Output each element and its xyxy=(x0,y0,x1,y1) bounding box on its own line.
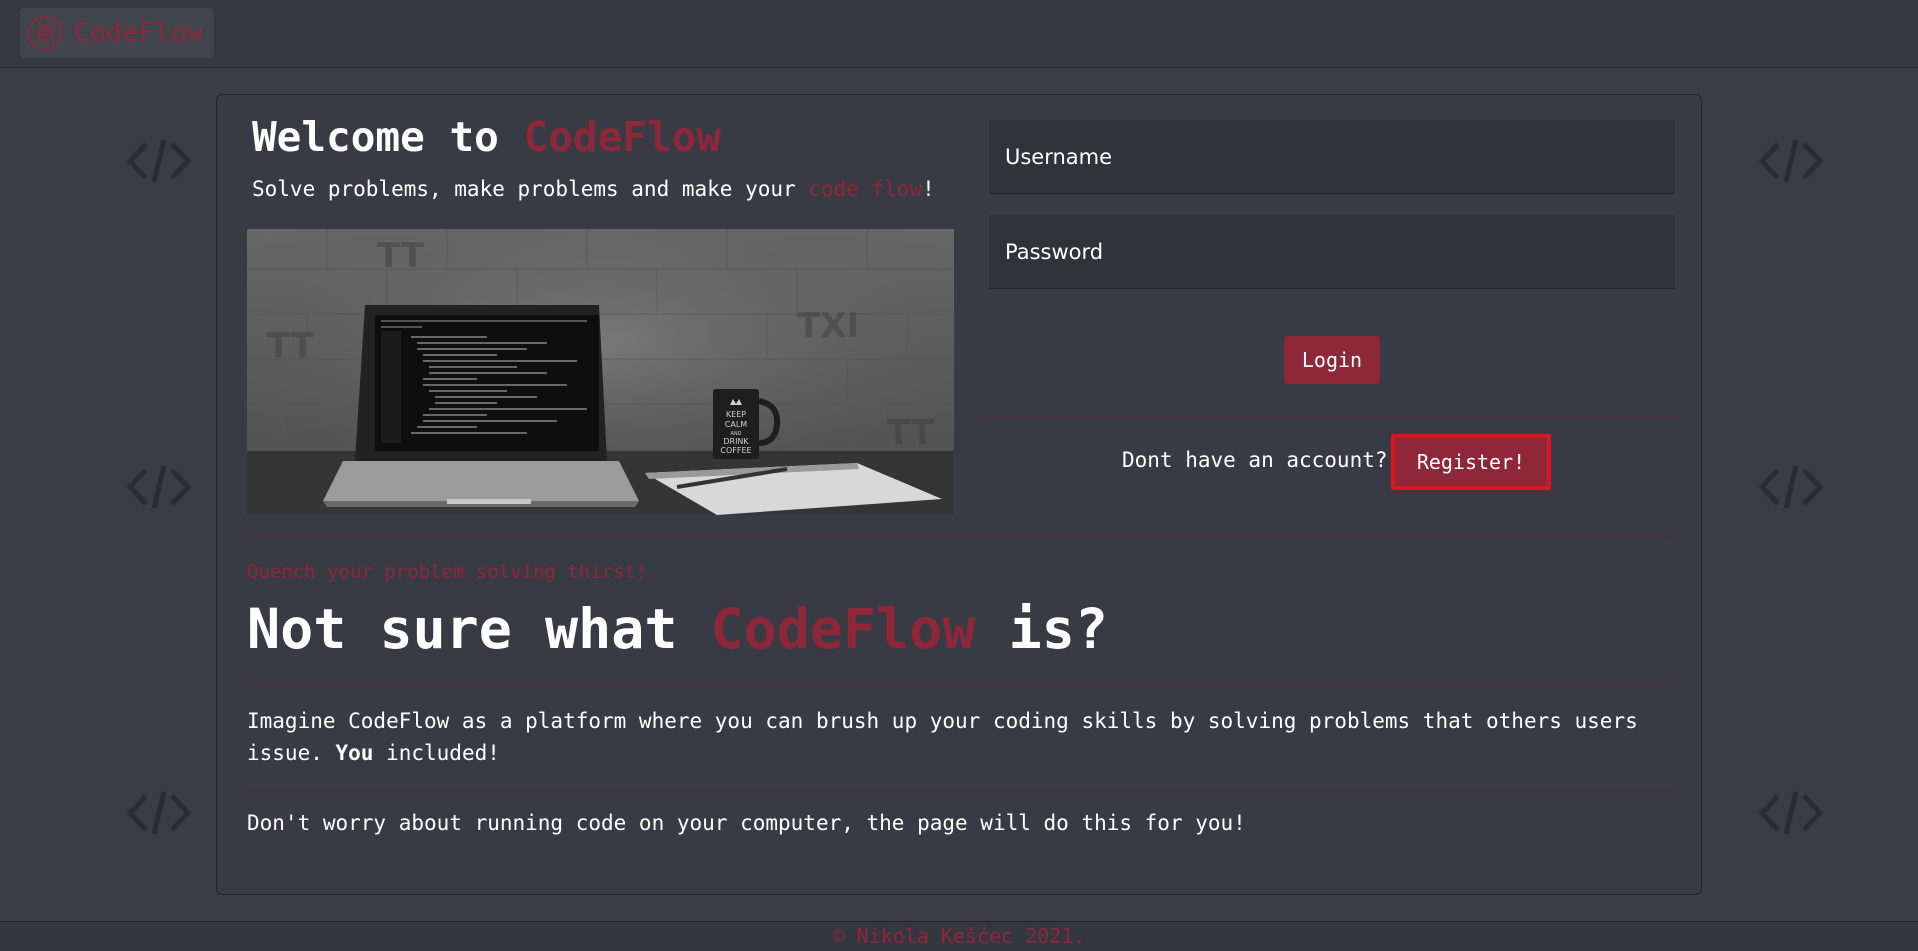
register-button[interactable]: Register! xyxy=(1391,434,1551,490)
navbar: CodeFlow xyxy=(0,0,1918,68)
footer: © Nikola Kešćec 2021. xyxy=(0,921,1918,951)
welcome-title: Welcome to CodeFlow xyxy=(252,113,721,161)
about-heading: Not sure what CodeFlow is? xyxy=(247,597,1108,661)
run-code-paragraph: Don't worry about running code on your c… xyxy=(247,811,1246,835)
copyright-text: © Nikola Kešćec 2021. xyxy=(832,924,1086,948)
svg-text:CALM: CALM xyxy=(725,420,748,429)
hero-laptop-image: TT TXI TT TT KEEP CALM AND DRINK COFFEE xyxy=(247,229,954,515)
code-tag-icon xyxy=(126,791,192,835)
welcome-subtitle: Solve problems, make problems and make y… xyxy=(252,177,935,201)
divider xyxy=(247,790,1671,791)
code-tag-icon xyxy=(126,465,192,509)
svg-text:TT: TT xyxy=(887,413,935,453)
subtitle-prefix: Solve problems, make problems and make y… xyxy=(252,177,809,201)
heading-brand: CodeFlow xyxy=(710,597,976,661)
welcome-brand: CodeFlow xyxy=(523,113,722,161)
password-field[interactable] xyxy=(989,215,1675,289)
heading-prefix: Not sure what xyxy=(247,597,711,661)
svg-text:TT: TT xyxy=(267,326,315,366)
para-suffix: included! xyxy=(373,741,500,765)
svg-text:TXI: TXI xyxy=(797,306,859,346)
svg-text:TT: TT xyxy=(377,236,425,276)
login-button[interactable]: Login xyxy=(1284,336,1380,384)
account-prompt: Dont have an account? xyxy=(1122,448,1388,472)
heading-suffix: is? xyxy=(975,597,1108,661)
username-input[interactable] xyxy=(1005,144,1675,169)
tagline: Quench your problem solving thirst! xyxy=(247,561,648,583)
code-tag-icon xyxy=(1758,465,1824,509)
svg-text:KEEP: KEEP xyxy=(726,410,746,419)
svg-text:COFFEE: COFFEE xyxy=(720,446,751,455)
code-tag-icon xyxy=(1758,139,1824,183)
divider xyxy=(247,684,1671,685)
subtitle-accent: code flow xyxy=(808,177,923,201)
divider xyxy=(983,416,1681,417)
lion-logo-icon xyxy=(27,15,63,51)
subtitle-suffix: ! xyxy=(922,177,935,201)
brand-name: CodeFlow xyxy=(74,18,204,48)
username-field[interactable] xyxy=(989,120,1675,194)
svg-text:DRINK: DRINK xyxy=(723,437,749,446)
about-paragraph: Imagine CodeFlow as a platform where you… xyxy=(247,705,1677,769)
brand-link[interactable]: CodeFlow xyxy=(20,8,214,58)
divider xyxy=(247,536,1671,537)
password-input[interactable] xyxy=(1005,239,1675,264)
code-tag-icon xyxy=(1758,791,1824,835)
code-tag-icon xyxy=(126,139,192,183)
para-bold: You xyxy=(335,741,374,765)
main-card: Welcome to CodeFlow Solve problems, make… xyxy=(216,94,1702,895)
welcome-prefix: Welcome to xyxy=(252,113,524,161)
